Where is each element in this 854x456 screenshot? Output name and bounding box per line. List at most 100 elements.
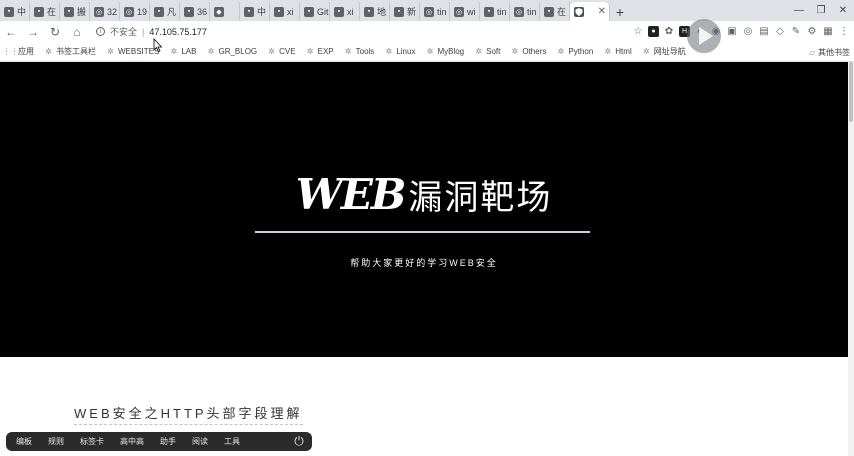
bookmark-label: 应用 [18,47,34,56]
browser-tab[interactable]: ▪ 中 [240,2,270,21]
bookmark-label: Others [522,47,547,56]
bookmark-label: MyBlog [437,47,465,56]
browser-tab[interactable]: ▪ 在 [30,2,60,21]
browser-tab[interactable]: ◎ tin [420,2,450,21]
address-bar[interactable]: i 不安全 | 47.105.75.177 [92,23,492,40]
tab-label: 19 [137,6,148,17]
bookmark-item[interactable]: ✲ 书签工具栏 [44,46,96,57]
info-icon[interactable]: i [96,27,105,36]
bookmark-item[interactable]: ✲ CVE [267,47,295,56]
folder-icon: ✲ [642,47,650,56]
url-text[interactable]: 47.105.75.177 [149,27,207,37]
play-watermark-icon [687,19,721,53]
bookmark-label: GR_BLOG [218,47,258,56]
bookmark-item[interactable]: ✲ EXP [306,47,334,56]
close-icon[interactable]: ✕ [598,6,606,17]
menu-icon[interactable]: ⋮ [838,26,850,38]
bookmark-item[interactable]: ✲ Others [510,47,547,56]
bookmark-label: CVE [279,47,296,56]
bookmark-item[interactable]: ✲ LAB [169,47,196,56]
app-icon: ▪ [4,6,14,17]
browser-tab[interactable]: ▪ 新 [390,2,420,21]
home-button[interactable]: ⌂ [66,21,88,42]
bookmark-label: EXP [317,47,334,56]
bookmark-item[interactable]: ✲ MyBlog [425,47,465,56]
floating-toolbar-item[interactable]: 阅读 [192,436,208,447]
browser-tab[interactable]: ▪ xi [270,2,300,21]
back-button[interactable]: ← [0,21,22,42]
active-tab[interactable]: ✕ [570,2,610,21]
extension-icon[interactable]: ● [648,26,659,37]
bookmark-item[interactable]: ✲ Soft [474,47,500,56]
power-icon[interactable]: ⏻ [292,434,306,448]
browser-tab[interactable]: ▪ 搬 [60,2,90,21]
extension-icon[interactable]: ⚙ [806,26,818,38]
bookmark-item[interactable]: ✲ GR_BLOG [206,47,258,56]
tab-label: Git [317,6,329,17]
toolbar-actions: ☆ ● ✿ H ◐ ◉ ▣ ◎ ▤ ◇ ✎ ⚙ ▦ ⋮ [632,21,850,42]
tab-label: xi [347,6,354,17]
folder-icon: ✲ [604,47,612,56]
app-icon: ▪ [244,6,254,17]
star-icon[interactable]: ☆ [632,26,644,38]
shield-icon [574,6,584,17]
browser-tab[interactable]: ▪ xi [330,2,360,21]
new-tab-button[interactable]: + [610,2,630,21]
reload-button[interactable]: ↻ [44,21,66,42]
extension-icon[interactable]: ✿ [663,26,675,38]
bookmark-item[interactable]: ✲ Tools [344,47,375,56]
maximize-icon[interactable]: ❐ [810,0,832,21]
floating-toolbar-item[interactable]: 编板 [16,436,32,447]
browser-tab[interactable]: ▪ tin [480,2,510,21]
bookmark-item[interactable]: ⋮⋮ 应用 [3,46,35,57]
bookmark-item[interactable]: ✲ Python [556,47,594,56]
other-bookmarks[interactable]: ▱ 其他书签 [809,42,850,62]
tab-label: 搬 [77,7,87,17]
browser-tab[interactable]: ◎ wi [450,2,480,21]
forward-button[interactable]: → [22,21,44,42]
extension-icon[interactable]: ◇ [774,26,786,38]
tab-label: xi [287,6,294,17]
app-icon: ▪ [184,6,194,17]
browser-tab[interactable]: ◎ tin [510,2,540,21]
floating-toolbar-item[interactable]: 助手 [160,436,176,447]
scrollbar-thumb[interactable] [849,62,853,122]
other-bookmarks-label: 其他书签 [818,47,850,57]
hero-divider [255,231,590,233]
tab-label: tin [497,6,507,17]
browser-tab[interactable]: ◎ 32 [90,2,120,21]
globe-icon: ◎ [514,6,524,17]
extension-icon[interactable]: ✎ [790,26,802,38]
browser-tab[interactable]: ▪ 地 [360,2,390,21]
globe-icon: ◎ [424,6,434,17]
floating-toolbar-item[interactable]: 规则 [48,436,64,447]
globe-icon: ◎ [94,6,104,17]
browser-tab[interactable]: ▪ 在 [540,2,570,21]
close-window-icon[interactable]: ✕ [832,0,854,21]
browser-tab[interactable]: ▪ 凡 [150,2,180,21]
app-icon: ▪ [544,6,554,17]
floating-toolbar-item[interactable]: 工具 [224,436,240,447]
page-scrollbar[interactable] [848,62,854,456]
bookmark-item[interactable]: ✲ Html [603,47,631,56]
bookmark-item[interactable]: ✲ Linux [384,47,415,56]
app-icon: ▪ [334,6,344,17]
floating-toolbar-item[interactable]: 高中高 [120,436,144,447]
extension-icon[interactable]: ▤ [758,26,770,38]
bookmark-label: LAB [181,47,197,56]
floating-toolbar-item[interactable]: 标签卡 [80,436,104,447]
folder-icon: ✲ [511,47,519,56]
bookmark-item[interactable]: ✲ WEBSITES [106,47,159,56]
browser-tab[interactable]: ▪ 36 [180,2,210,21]
browser-tab[interactable]: ▪ 中 [0,2,30,21]
security-label: 不安全 [110,27,138,37]
browser-tab[interactable]: ◆ [210,2,240,21]
extension-icon[interactable]: ▦ [822,26,834,38]
article-title[interactable]: WEB安全之HTTP头部字段理解 [74,403,303,425]
mouse-cursor-icon [153,38,163,52]
extension-icon[interactable]: ◎ [742,26,754,38]
minimize-icon[interactable]: — [788,0,810,21]
browser-tab[interactable]: ▪ Git [300,2,330,21]
browser-tab[interactable]: ◎ 19 [120,2,150,21]
tab-label: 在 [557,7,567,17]
